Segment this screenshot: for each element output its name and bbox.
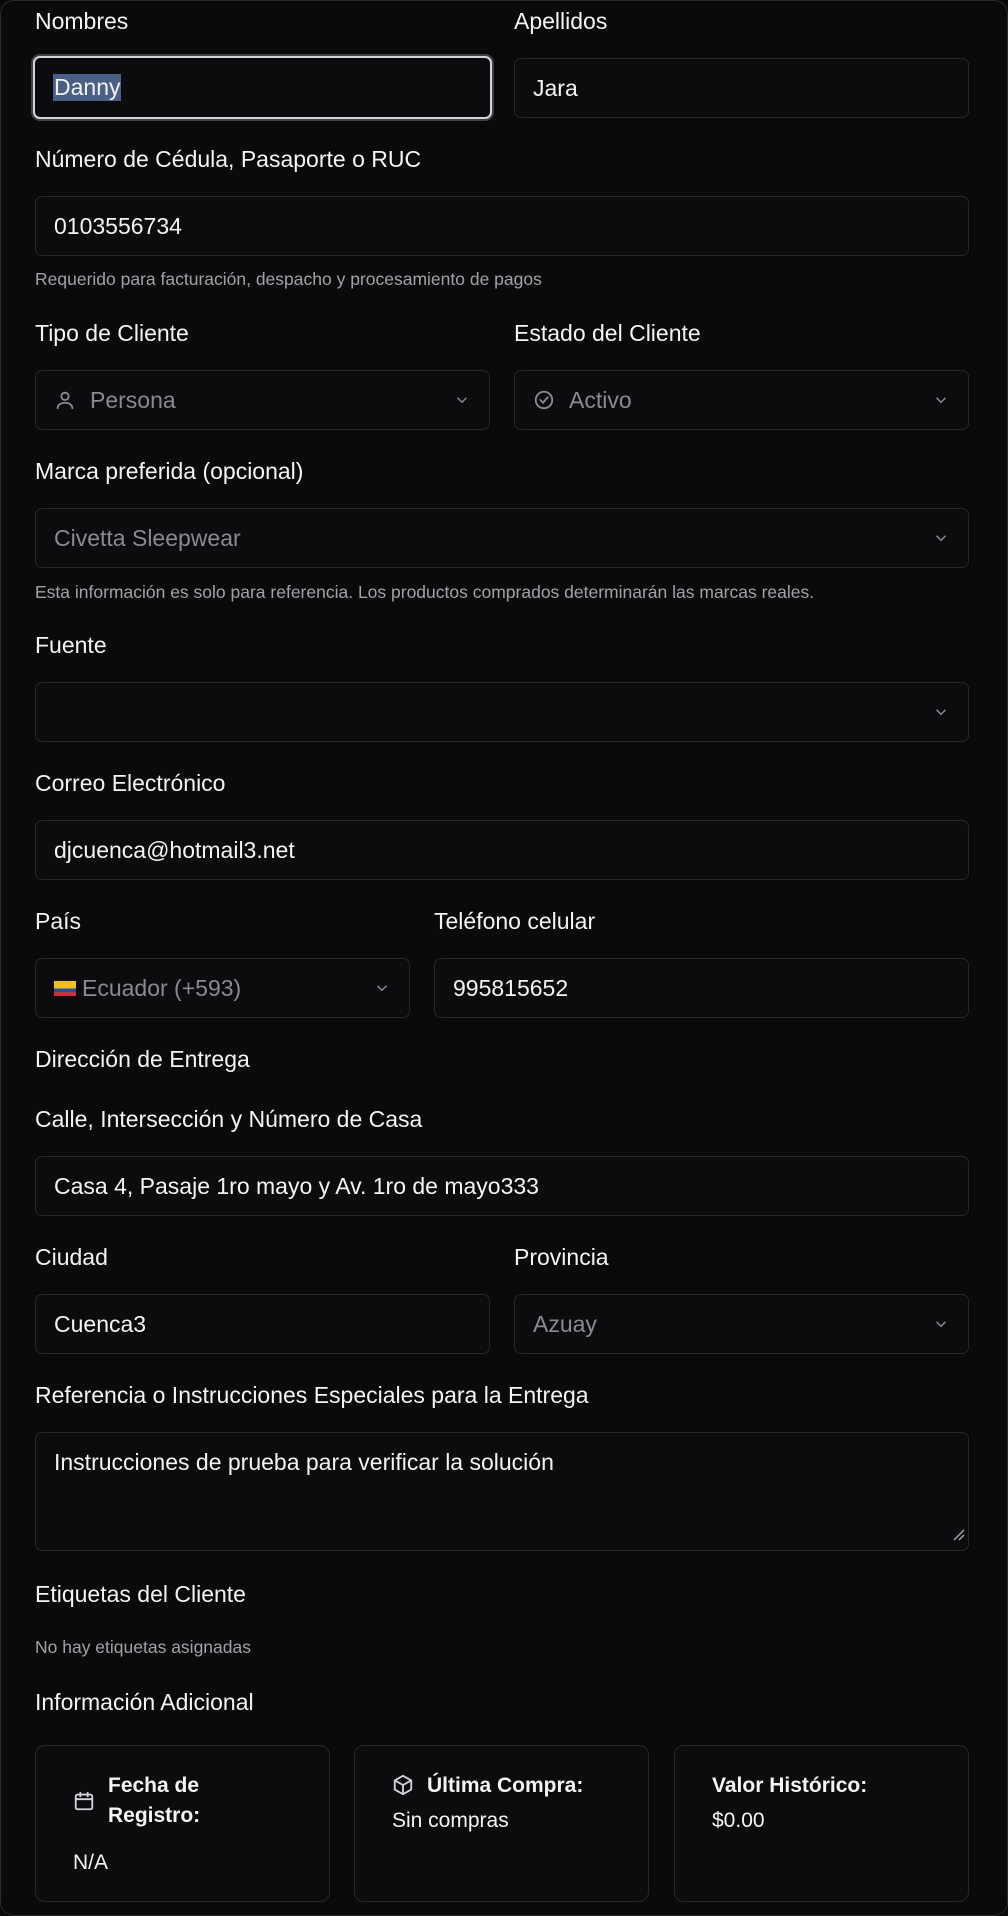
apellidos-value: Jara [533,74,578,101]
info-card-valor-historico: Valor Histórico: $0.00 [674,1745,969,1902]
nombres-label: Nombres [35,8,129,34]
fuente-label: Fuente [35,632,107,658]
correo-label: Correo Electrónico [35,770,226,796]
chevron-down-icon [932,529,950,547]
chevron-down-icon [373,979,391,997]
provincia-select[interactable]: Azuay [514,1294,969,1354]
box-icon [392,1774,414,1801]
calle-input[interactable]: Casa 4, Pasaje 1ro mayo y Av. 1ro de may… [35,1156,969,1216]
marca-value: Civetta Sleepwear [54,524,241,551]
info-card-ultima-compra: Última Compra: Sin compras [354,1745,649,1902]
estado-cliente-label: Estado del Cliente [514,320,701,346]
ecuador-flag-icon [54,980,76,996]
etiquetas-title: Etiquetas del Cliente [35,1581,246,1607]
cedula-value: 0103556734 [54,212,182,239]
ciudad-value: Cuenca3 [54,1310,147,1337]
telefono-input[interactable]: 995815652 [434,958,969,1018]
tipo-cliente-select[interactable]: Persona [35,370,490,430]
valor-historico-title: Valor Histórico: [712,1774,868,1797]
marca-select[interactable]: Civetta Sleepwear [35,508,969,568]
marca-label: Marca preferida (opcional) [35,458,304,484]
user-icon [54,389,76,411]
correo-value: djcuenca@hotmail3.net [54,836,295,863]
ultima-compra-value: Sin compras [392,1809,509,1832]
tipo-cliente-value: Persona [90,386,176,413]
valor-historico-value: $0.00 [712,1809,765,1832]
check-circle-icon [533,389,555,411]
nombres-selected-text: Danny [53,74,122,101]
cedula-label: Número de Cédula, Pasaporte o RUC [35,146,422,172]
chevron-down-icon [453,391,471,409]
pais-label: País [35,908,82,934]
calle-value: Casa 4, Pasaje 1ro mayo y Av. 1ro de may… [54,1172,539,1199]
apellidos-label: Apellidos [514,8,608,34]
nombres-input[interactable]: Danny [33,56,492,119]
provincia-value: Azuay [533,1310,597,1337]
provincia-label: Provincia [514,1244,609,1270]
chevron-down-icon [932,1315,950,1333]
cedula-input[interactable]: 0103556734 [35,196,969,256]
direccion-title: Dirección de Entrega [35,1046,250,1072]
telefono-value: 995815652 [453,974,569,1001]
fecha-title: Fecha de Registro: [108,1774,201,1827]
etiquetas-empty: No hay etiquetas asignadas [35,1637,251,1657]
ultima-compra-title: Última Compra: [427,1774,584,1797]
ciudad-label: Ciudad [35,1244,108,1270]
estado-cliente-select[interactable]: Activo [514,370,969,430]
info-card-fecha: Fecha de Registro: N/A [35,1745,330,1902]
estado-cliente-value: Activo [569,386,632,413]
apellidos-input[interactable]: Jara [514,58,969,118]
info-title: Información Adicional [35,1689,254,1715]
pais-select[interactable]: Ecuador (+593) [35,958,410,1018]
fecha-value: N/A [73,1851,109,1874]
referencia-value: Instrucciones de prueba para verificar l… [54,1449,554,1475]
ciudad-input[interactable]: Cuenca3 [35,1294,490,1354]
referencia-label: Referencia o Instrucciones Especiales pa… [35,1382,589,1408]
calendar-icon [73,1790,95,1817]
fuente-select[interactable] [35,682,969,742]
resize-handle-icon[interactable] [951,1520,965,1547]
chevron-down-icon [932,703,950,721]
tipo-cliente-label: Tipo de Cliente [35,320,189,346]
marca-help: Esta información es solo para referencia… [35,582,815,602]
correo-input[interactable]: djcuenca@hotmail3.net [35,820,969,880]
telefono-label: Teléfono celular [434,908,596,934]
calle-label: Calle, Intersección y Número de Casa [35,1106,423,1132]
pais-value: Ecuador (+593) [82,974,242,1001]
chevron-down-icon [932,391,950,409]
referencia-textarea[interactable]: Instrucciones de prueba para verificar l… [35,1432,969,1551]
cedula-help: Requerido para facturación, despacho y p… [35,269,542,289]
